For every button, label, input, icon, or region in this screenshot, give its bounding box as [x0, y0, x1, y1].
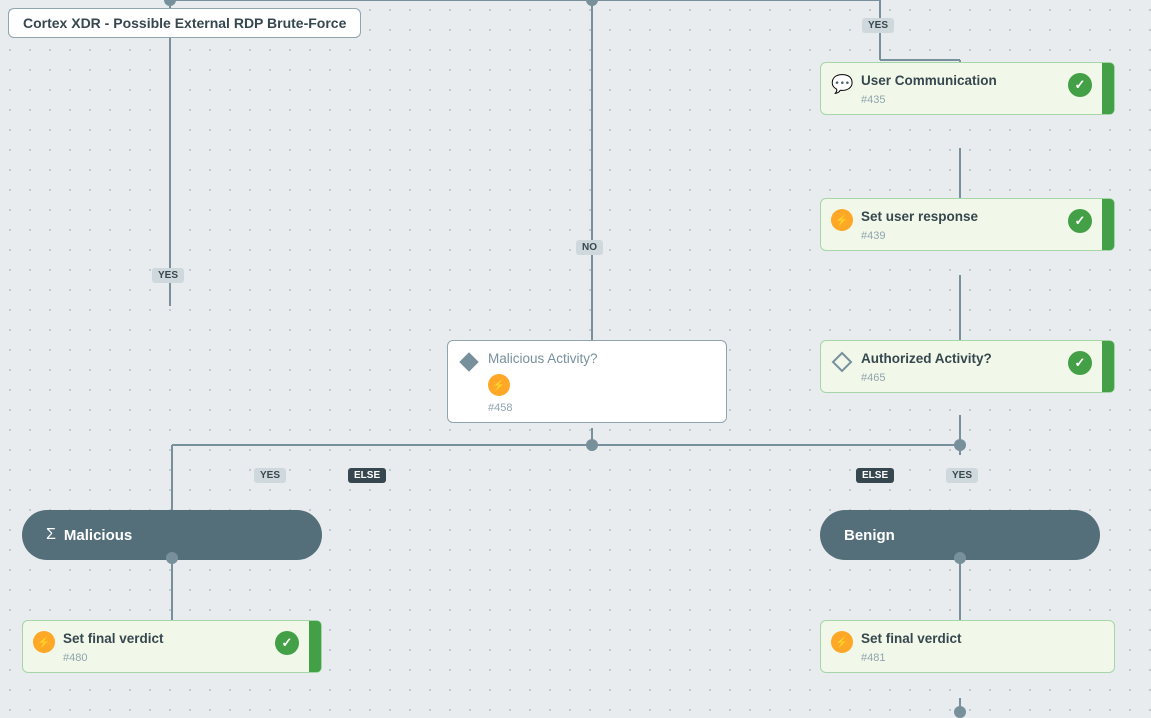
- sigma-icon: Σ: [46, 526, 56, 544]
- label-yes-3: YES: [254, 468, 286, 483]
- set-final-verdict-left-title: Set final verdict: [63, 631, 269, 646]
- dot-malicious-bottom: [166, 552, 178, 564]
- green-bar: [1102, 63, 1114, 114]
- lightning-icon-verdict-right: [831, 631, 853, 653]
- set-final-verdict-right-title: Set final verdict: [861, 631, 1104, 646]
- label-yes-auth: YES: [946, 468, 978, 483]
- label-no-1: NO: [576, 240, 603, 255]
- green-bar-verdict-left: [309, 621, 321, 672]
- user-communication-node[interactable]: 💬 User Communication #435: [820, 62, 1115, 115]
- check-icon: [1068, 73, 1092, 97]
- dot-verdict-right-bottom: [954, 706, 966, 718]
- benign-label: Benign: [844, 527, 895, 544]
- green-bar-auth: [1102, 341, 1114, 392]
- check-icon-verdict-left: [275, 631, 299, 655]
- label-yes-2: YES: [152, 268, 184, 283]
- dot-no-junction: [586, 439, 598, 451]
- diamond-icon-auth: [831, 351, 853, 373]
- set-final-verdict-left-node[interactable]: Set final verdict #480: [22, 620, 322, 673]
- authorized-activity-title: Authorized Activity?: [861, 351, 1062, 366]
- check-icon-response: [1068, 209, 1092, 233]
- check-icon-auth: [1068, 351, 1092, 375]
- dot-auth-bottom: [954, 439, 966, 451]
- lightning-icon-mal: [488, 374, 510, 396]
- set-final-verdict-right-node[interactable]: Set final verdict #481: [820, 620, 1115, 673]
- dot-left-branch: [164, 0, 176, 6]
- user-communication-id: #435: [861, 94, 1062, 106]
- label-else-2: ELSE: [856, 468, 894, 483]
- set-final-verdict-right-id: #481: [861, 652, 1104, 664]
- malicious-label: Malicious: [64, 527, 132, 544]
- dot-benign-bottom: [954, 552, 966, 564]
- label-yes-1: YES: [862, 18, 894, 33]
- malicious-activity-title: Malicious Activity?: [488, 351, 598, 366]
- authorized-activity-id: #465: [861, 372, 1062, 384]
- set-user-response-title: Set user response: [861, 209, 1062, 224]
- diamond-icon-mal: [458, 351, 480, 373]
- dot-top-center: [586, 0, 598, 6]
- malicious-activity-node[interactable]: Malicious Activity? #458: [447, 340, 727, 423]
- set-user-response-id: #439: [861, 230, 1062, 242]
- user-communication-title: User Communication: [861, 73, 1062, 88]
- green-bar-response: [1102, 199, 1114, 250]
- malicious-activity-id: #458: [488, 402, 598, 414]
- lightning-icon-verdict-left: [33, 631, 55, 653]
- authorized-activity-node[interactable]: Authorized Activity? #465: [820, 340, 1115, 393]
- set-final-verdict-left-id: #480: [63, 652, 269, 664]
- chat-icon: 💬: [831, 74, 853, 96]
- page-title: Cortex XDR - Possible External RDP Brute…: [8, 8, 361, 38]
- label-else-1: ELSE: [348, 468, 386, 483]
- set-user-response-node[interactable]: Set user response #439: [820, 198, 1115, 251]
- lightning-icon-response: [831, 209, 853, 231]
